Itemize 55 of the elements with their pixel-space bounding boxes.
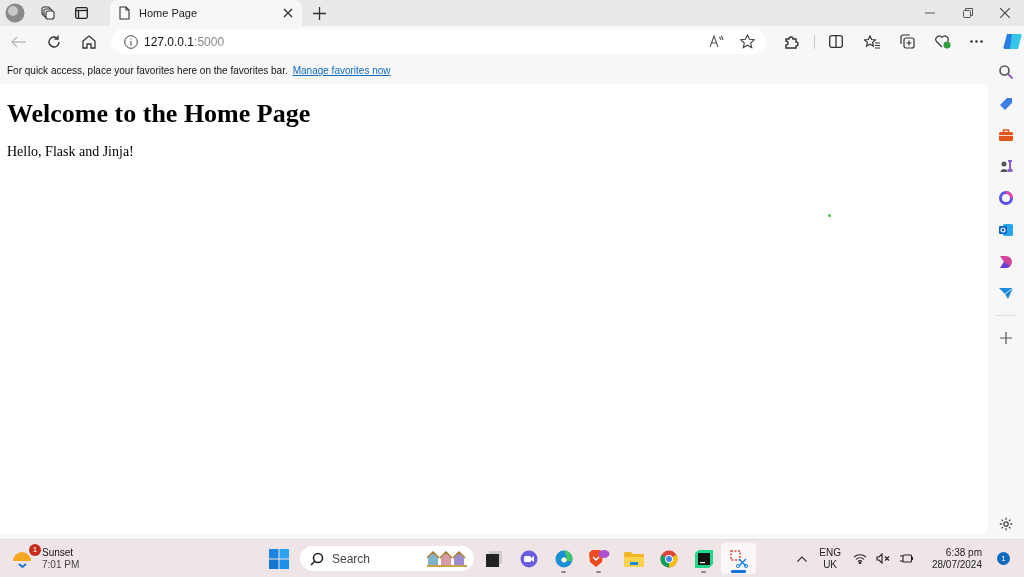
close-window-icon[interactable] (1000, 8, 1010, 18)
favorites-bar-message: For quick access, place your favorites here on the favorites bar. (7, 65, 288, 76)
windows-start-icon[interactable] (269, 548, 289, 569)
read-aloud-icon[interactable] (709, 35, 724, 48)
restore-icon[interactable] (963, 8, 973, 18)
url-text: 127.0.0.1:5000 (144, 34, 225, 49)
favorites-list-icon[interactable] (864, 34, 880, 49)
workspaces-icon[interactable] (41, 6, 55, 20)
search-icon (310, 551, 324, 566)
profile-avatar-icon[interactable] (5, 3, 25, 23)
scissors-icon (729, 549, 748, 568)
mail-app-icon[interactable] (999, 223, 1013, 237)
browser-tab[interactable]: Home Page (110, 0, 302, 26)
battery-plug-icon[interactable] (898, 553, 913, 564)
weather-title: Sunset (42, 546, 75, 559)
chevron-up-icon[interactable] (797, 555, 808, 562)
video-chat-icon (519, 549, 538, 568)
page-heading: Welcome to the Home Page (7, 99, 312, 129)
home-icon[interactable] (82, 34, 96, 49)
page-icon (119, 6, 130, 20)
weather-time: 7:01 PM (42, 558, 80, 571)
split-screen-icon[interactable] (829, 35, 843, 48)
search-icon[interactable] (999, 65, 1013, 79)
language-indicator[interactable]: ENG UK (819, 546, 841, 571)
address-bar[interactable]: 127.0.0.1:5000 (111, 29, 766, 54)
more-icon[interactable] (970, 40, 983, 43)
add-icon[interactable] (1000, 332, 1012, 344)
tab-actions-icon[interactable] (75, 7, 88, 19)
huts-drawing (427, 550, 467, 567)
dot-icon (828, 214, 831, 217)
star-icon[interactable] (740, 34, 755, 49)
taskbar-search-field[interactable]: Search (300, 546, 474, 571)
briefcase-icon[interactable] (999, 129, 1013, 141)
settings-icon[interactable] (999, 517, 1013, 531)
new-tab-icon[interactable] (313, 6, 326, 20)
close-tab-icon[interactable] (283, 8, 293, 18)
ring-logo-icon[interactable] (999, 191, 1013, 205)
collections-icon[interactable] (900, 34, 915, 49)
muted-speaker-icon[interactable] (875, 553, 890, 564)
wifi-icon[interactable] (852, 553, 867, 564)
task-view-icon (485, 550, 502, 567)
manage-favorites-link[interactable]: Manage favorites now (292, 65, 391, 76)
folder-icon (623, 550, 644, 567)
clock[interactable]: 6:38 pm 28/07/2024 (931, 546, 982, 571)
info-icon[interactable] (124, 34, 138, 49)
notification-badge: 1 (29, 543, 41, 556)
heart-check-icon[interactable] (935, 34, 951, 49)
page-paragraph: Hello, Flask and Jinja! (7, 144, 135, 160)
ide-icon (694, 549, 713, 568)
paper-plane-icon[interactable] (999, 287, 1013, 299)
refresh-icon[interactable] (47, 34, 61, 49)
gradient-shape-icon[interactable] (999, 255, 1013, 269)
puzzle-piece-icon[interactable] (784, 34, 799, 49)
tag-icon[interactable] (999, 97, 1013, 111)
notification-count[interactable]: 1 (997, 552, 1010, 565)
